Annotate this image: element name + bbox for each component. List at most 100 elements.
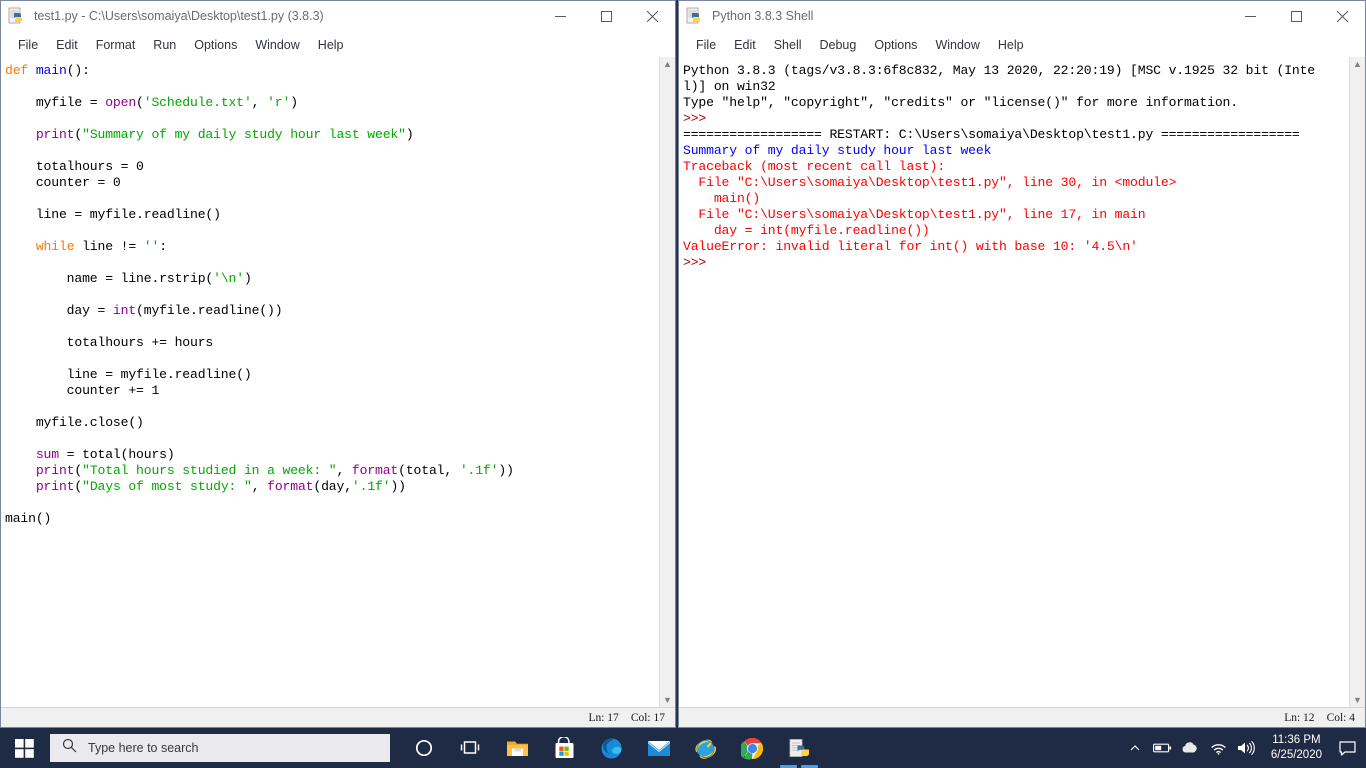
code-line: def main(): bbox=[5, 63, 90, 78]
taskbar-clock[interactable]: 11:36 PM 6/25/2020 bbox=[1261, 728, 1332, 768]
mail-icon[interactable] bbox=[635, 728, 682, 768]
editor-vertical-scrollbar[interactable]: ▲ ▼ bbox=[659, 57, 675, 707]
shell-title-text: Python 3.8.3 Shell bbox=[712, 9, 814, 23]
shell-output-text[interactable]: Python 3.8.3 (tags/v3.8.3:6f8c832, May 1… bbox=[679, 57, 1349, 707]
onedrive-cloud-icon[interactable] bbox=[1177, 728, 1205, 768]
editor-title-text: test1.py - C:\Users\somaiya\Desktop\test… bbox=[34, 9, 324, 23]
close-icon[interactable] bbox=[629, 1, 675, 32]
editor-menu-options[interactable]: Options bbox=[185, 36, 246, 54]
editor-col-indicator: Col: 17 bbox=[630, 711, 665, 724]
shell-menu-shell[interactable]: Shell bbox=[765, 36, 811, 54]
idle-editor-window[interactable]: test1.py - C:\Users\somaiya\Desktop\test… bbox=[0, 0, 676, 728]
code-line: myfile = open('Schedule.txt', 'r') bbox=[5, 95, 298, 110]
task-view-icon[interactable] bbox=[447, 728, 494, 768]
show-hidden-icons-chevron-icon[interactable] bbox=[1121, 728, 1149, 768]
minimize-icon[interactable] bbox=[537, 1, 583, 32]
shell-menu-file[interactable]: File bbox=[687, 36, 725, 54]
editor-menu-help[interactable]: Help bbox=[309, 36, 353, 54]
windows-taskbar[interactable]: Type here to search 11:36 PM 6/25/2020 bbox=[0, 728, 1366, 768]
shell-status-bar: Ln: 12 Col: 4 bbox=[679, 707, 1365, 727]
maximize-icon[interactable] bbox=[1273, 1, 1319, 32]
microsoft-store-icon[interactable] bbox=[541, 728, 588, 768]
editor-menu-bar[interactable]: File Edit Format Run Options Window Help bbox=[1, 32, 675, 57]
code-line: name = line.rstrip('\n') bbox=[5, 271, 252, 286]
shell-menu-window[interactable]: Window bbox=[926, 36, 988, 54]
maximize-icon[interactable] bbox=[583, 1, 629, 32]
cortana-icon[interactable] bbox=[400, 728, 447, 768]
search-placeholder-text: Type here to search bbox=[88, 741, 199, 755]
python-idle-icon bbox=[686, 7, 704, 25]
shell-menu-debug[interactable]: Debug bbox=[811, 36, 866, 54]
system-tray[interactable]: 11:36 PM 6/25/2020 bbox=[1121, 728, 1366, 768]
code-line: line = myfile.readline() bbox=[5, 367, 252, 382]
minimize-icon[interactable] bbox=[1227, 1, 1273, 32]
volume-icon[interactable] bbox=[1233, 728, 1261, 768]
code-line: while line != '': bbox=[35, 239, 167, 254]
shell-line-indicator: Ln: 12 bbox=[1284, 711, 1315, 724]
windows-logo-icon[interactable] bbox=[0, 728, 48, 768]
scroll-down-arrow-icon[interactable]: ▼ bbox=[660, 693, 675, 707]
editor-menu-edit[interactable]: Edit bbox=[47, 36, 87, 54]
editor-menu-window[interactable]: Window bbox=[246, 36, 308, 54]
editor-window-controls[interactable] bbox=[537, 1, 675, 32]
taskbar-app-buttons[interactable] bbox=[400, 728, 823, 768]
python-idle-icon bbox=[8, 7, 26, 25]
action-center-icon[interactable] bbox=[1332, 728, 1362, 768]
shell-window-controls[interactable] bbox=[1227, 1, 1365, 32]
code-line: myfile.close() bbox=[5, 415, 144, 430]
close-icon[interactable] bbox=[1319, 1, 1365, 32]
search-input[interactable]: Type here to search bbox=[50, 734, 390, 762]
scroll-up-arrow-icon[interactable]: ▲ bbox=[660, 57, 675, 71]
shell-output-line: ================== RESTART: C:\Users\som… bbox=[683, 127, 1300, 142]
code-line: counter = 0 bbox=[5, 175, 121, 190]
wifi-icon[interactable] bbox=[1205, 728, 1233, 768]
shell-text-area-wrap: Python 3.8.3 (tags/v3.8.3:6f8c832, May 1… bbox=[679, 57, 1365, 707]
python-idle-icon[interactable] bbox=[776, 728, 823, 768]
shell-output-line: Traceback (most recent call last): bbox=[683, 159, 946, 174]
editor-menu-run[interactable]: Run bbox=[144, 36, 185, 54]
file-explorer-icon[interactable] bbox=[494, 728, 541, 768]
shell-output-line: Python 3.8.3 (tags/v3.8.3:6f8c832, May 1… bbox=[683, 63, 1316, 78]
shell-output-line: >>> bbox=[683, 111, 714, 126]
clock-date: 6/25/2020 bbox=[1270, 749, 1322, 761]
editor-text-area-wrap: def main(): myfile = open('Schedule.txt'… bbox=[1, 57, 675, 707]
code-line: print("Summary of my daily study hour la… bbox=[35, 127, 414, 142]
editor-menu-file[interactable]: File bbox=[9, 36, 47, 54]
shell-vertical-scrollbar[interactable]: ▲ ▼ bbox=[1349, 57, 1365, 707]
internet-explorer-icon[interactable] bbox=[682, 728, 729, 768]
google-chrome-icon[interactable] bbox=[729, 728, 776, 768]
shell-output-line: File "C:\Users\somaiya\Desktop\test1.py"… bbox=[683, 207, 1146, 222]
shell-output-line: day = int(myfile.readline()) bbox=[683, 223, 930, 238]
idle-shell-window[interactable]: Python 3.8.3 Shell File Edit Shell Debug Opt… bbox=[678, 0, 1366, 728]
code-line: print("Days of most study: ", format(day… bbox=[35, 479, 406, 494]
microsoft-edge-icon[interactable] bbox=[588, 728, 635, 768]
battery-icon[interactable] bbox=[1149, 728, 1177, 768]
shell-output-line: Type "help", "copyright", "credits" or "… bbox=[683, 95, 1238, 110]
editor-line-indicator: Ln: 17 bbox=[588, 711, 619, 724]
code-line: line = myfile.readline() bbox=[5, 207, 221, 222]
scroll-up-arrow-icon[interactable]: ▲ bbox=[1350, 57, 1365, 71]
code-line: print("Total hours studied in a week: ",… bbox=[35, 463, 514, 478]
shell-output-line: >>> bbox=[683, 255, 714, 270]
shell-title-bar[interactable]: Python 3.8.3 Shell bbox=[679, 1, 1365, 32]
shell-menu-help[interactable]: Help bbox=[989, 36, 1033, 54]
editor-code-text[interactable]: def main(): myfile = open('Schedule.txt'… bbox=[1, 57, 659, 707]
shell-menu-options[interactable]: Options bbox=[865, 36, 926, 54]
editor-title-bar[interactable]: test1.py - C:\Users\somaiya\Desktop\test… bbox=[1, 1, 675, 32]
shell-menu-edit[interactable]: Edit bbox=[725, 36, 765, 54]
shell-menu-bar[interactable]: File Edit Shell Debug Options Window Help bbox=[679, 32, 1365, 57]
scroll-down-arrow-icon[interactable]: ▼ bbox=[1350, 693, 1365, 707]
editor-menu-format[interactable]: Format bbox=[87, 36, 145, 54]
